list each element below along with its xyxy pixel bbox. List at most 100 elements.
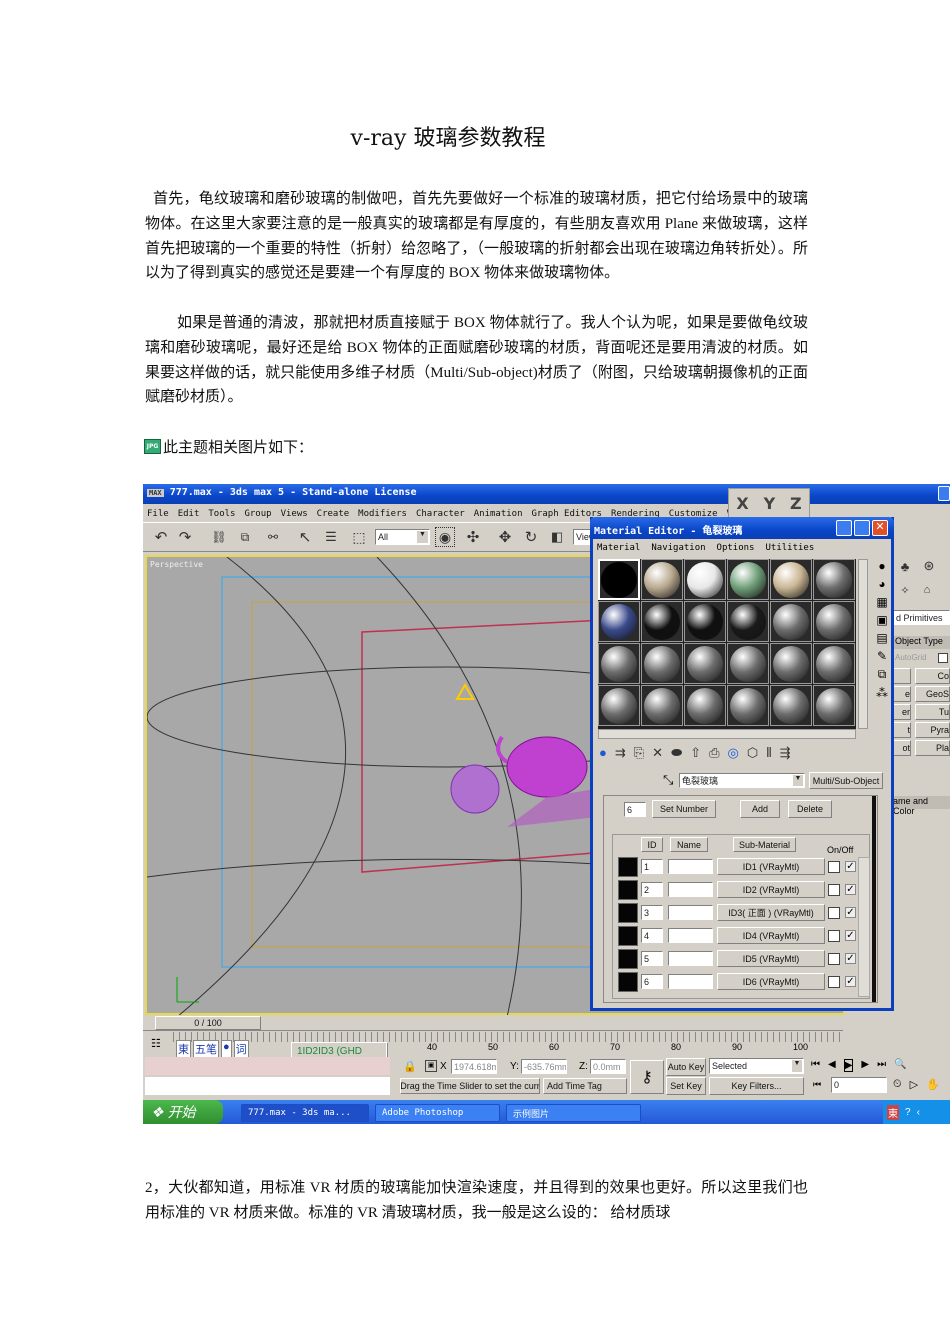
put-to-scene-icon[interactable]: ⇉ bbox=[615, 745, 626, 761]
select-and-link-icon[interactable]: ⛓ bbox=[209, 527, 229, 547]
material-slot[interactable] bbox=[641, 601, 683, 642]
field-of-view-icon[interactable]: ▷ bbox=[910, 1078, 918, 1091]
sub-material-swatch[interactable] bbox=[618, 926, 638, 946]
menu-views[interactable]: Views bbox=[281, 509, 308, 519]
primitive-button[interactable] bbox=[893, 668, 911, 684]
sub-id-field[interactable]: 6 bbox=[641, 974, 663, 989]
sub-id-field[interactable]: 1 bbox=[641, 859, 663, 874]
absolute-mode-icon[interactable]: ▣ bbox=[425, 1060, 437, 1072]
on-off-checkbox[interactable]: ✓ bbox=[845, 953, 856, 964]
put-to-library-icon[interactable]: ⇧ bbox=[690, 745, 701, 761]
region-select-icon[interactable]: ⬚ bbox=[349, 527, 369, 547]
get-material-icon[interactable]: ● bbox=[599, 745, 607, 761]
on-off-checkbox[interactable]: ✓ bbox=[845, 907, 856, 918]
taskbar-item-folder[interactable]: 示例图片 bbox=[506, 1104, 641, 1122]
menu-graph-editors[interactable]: Graph Editors bbox=[532, 509, 602, 519]
show-map-icon[interactable]: ◎ bbox=[728, 745, 739, 761]
color-swatch-box[interactable] bbox=[828, 861, 840, 873]
tray-expand-icon[interactable]: ‹ bbox=[917, 1107, 920, 1118]
uv-tiling-icon[interactable]: ▣ bbox=[876, 613, 887, 627]
next-frame-icon[interactable]: ▶ bbox=[861, 1059, 869, 1072]
menu-rendering[interactable]: Rendering bbox=[611, 509, 660, 519]
set-key-button[interactable]: Set Key bbox=[666, 1077, 706, 1095]
make-preview-icon[interactable]: ✎ bbox=[877, 649, 887, 663]
go-to-end-icon[interactable]: ⏭ bbox=[877, 1059, 886, 1072]
minimize-button[interactable] bbox=[836, 520, 852, 536]
ime-item[interactable]: 词 bbox=[233, 1040, 249, 1058]
ime-menu-icon[interactable]: ☷ bbox=[151, 1037, 161, 1050]
set-number-button[interactable]: Set Number bbox=[652, 800, 716, 818]
make-unique-icon[interactable]: ⬬ bbox=[671, 745, 682, 761]
color-swatch-box[interactable] bbox=[828, 976, 840, 988]
color-swatch-box[interactable] bbox=[828, 930, 840, 942]
color-swatch-box[interactable] bbox=[828, 907, 840, 919]
material-slot[interactable] bbox=[813, 685, 855, 726]
menu-create[interactable]: Create bbox=[317, 509, 350, 519]
on-off-checkbox[interactable]: ✓ bbox=[845, 884, 856, 895]
me-menu-options[interactable]: Options bbox=[717, 543, 755, 553]
material-slot[interactable] bbox=[727, 643, 769, 684]
zoom-icon[interactable]: 🔍 bbox=[894, 1059, 906, 1072]
menu-file[interactable]: File bbox=[147, 509, 169, 519]
me-menu-navigation[interactable]: Navigation bbox=[651, 543, 705, 553]
add-button[interactable]: Add bbox=[740, 800, 780, 818]
primitive-button[interactable]: t bbox=[893, 722, 911, 738]
key-filters-button[interactable]: Key Filters... bbox=[709, 1077, 804, 1095]
scale-icon[interactable]: ◧ bbox=[547, 527, 567, 547]
material-slot[interactable] bbox=[813, 559, 855, 600]
help-tray-icon[interactable]: ? bbox=[905, 1107, 911, 1118]
material-slot[interactable] bbox=[598, 559, 640, 600]
primitive-button[interactable]: Pla bbox=[915, 740, 950, 756]
primitive-button[interactable]: Pyra bbox=[915, 722, 950, 738]
menu-modifiers[interactable]: Modifiers bbox=[358, 509, 407, 519]
sub-material-button[interactable]: ID6 (VRayMtl) bbox=[717, 973, 825, 990]
sort-by-name-button[interactable]: Name bbox=[670, 837, 708, 852]
menu-character[interactable]: Character bbox=[416, 509, 465, 519]
bind-space-warp-icon[interactable]: ⚯ bbox=[263, 527, 283, 547]
material-slot[interactable] bbox=[598, 601, 640, 642]
sub-name-field[interactable] bbox=[668, 859, 713, 874]
sub-id-field[interactable]: 3 bbox=[641, 905, 663, 920]
delete-button[interactable]: Delete bbox=[788, 800, 832, 818]
color-swatch-box[interactable] bbox=[828, 953, 840, 965]
rollout-scrollbar[interactable] bbox=[872, 796, 876, 1002]
on-off-checkbox[interactable]: ✓ bbox=[845, 861, 856, 872]
backlight-icon[interactable]: ◕ bbox=[878, 577, 885, 591]
sub-name-field[interactable] bbox=[668, 928, 713, 943]
lights-icon[interactable]: ✧ bbox=[895, 580, 915, 600]
select-manipulate-icon[interactable]: ✣ bbox=[463, 527, 483, 547]
show-end-result-icon[interactable]: ⬡ bbox=[747, 745, 758, 761]
material-slot[interactable] bbox=[770, 643, 812, 684]
pick-material-icon[interactable]: ⤡ bbox=[663, 772, 673, 788]
sample-type-icon[interactable]: ● bbox=[878, 559, 885, 573]
primitive-button[interactable]: GeoS bbox=[915, 686, 950, 702]
select-icon[interactable]: ↖ bbox=[295, 527, 315, 547]
color-swatch-box[interactable] bbox=[828, 884, 840, 896]
motion-icon[interactable]: ⊛ bbox=[919, 556, 939, 576]
time-slider-thumb[interactable]: 0 / 100 bbox=[155, 1016, 261, 1030]
go-to-start-icon[interactable]: ⏮ bbox=[811, 1059, 820, 1072]
sub-material-swatch[interactable] bbox=[618, 972, 638, 992]
sub-material-swatch[interactable] bbox=[618, 903, 638, 923]
key-mode-dropdown[interactable]: Selected ▼ bbox=[709, 1058, 804, 1074]
select-window-crossing-icon[interactable]: ◉ bbox=[435, 527, 455, 547]
slots-scrollbar[interactable] bbox=[858, 559, 868, 729]
options-icon[interactable]: ⧉ bbox=[878, 667, 887, 682]
sub-name-field[interactable] bbox=[668, 882, 713, 897]
z-coordinate-field[interactable]: 0.0mm bbox=[590, 1059, 626, 1074]
sort-by-sub-material-button[interactable]: Sub-Material bbox=[733, 837, 796, 852]
material-slot[interactable] bbox=[598, 643, 640, 684]
select-by-material-icon[interactable]: ⁂ bbox=[876, 686, 888, 700]
primitive-button[interactable]: er bbox=[893, 704, 911, 720]
maxscript-input[interactable] bbox=[145, 1077, 390, 1095]
start-button[interactable]: ❖ 开始 bbox=[143, 1100, 223, 1124]
pan-icon[interactable]: ✋ bbox=[926, 1078, 940, 1091]
material-slot[interactable] bbox=[813, 601, 855, 642]
select-by-name-icon[interactable]: ☰ bbox=[321, 527, 341, 547]
material-slot[interactable] bbox=[641, 559, 683, 600]
rotate-icon[interactable]: ↻ bbox=[521, 527, 541, 547]
sub-name-field[interactable] bbox=[668, 974, 713, 989]
material-slot[interactable] bbox=[641, 643, 683, 684]
track-bar[interactable] bbox=[173, 1032, 843, 1042]
lock-selection-icon[interactable]: 🔒 bbox=[403, 1060, 417, 1073]
